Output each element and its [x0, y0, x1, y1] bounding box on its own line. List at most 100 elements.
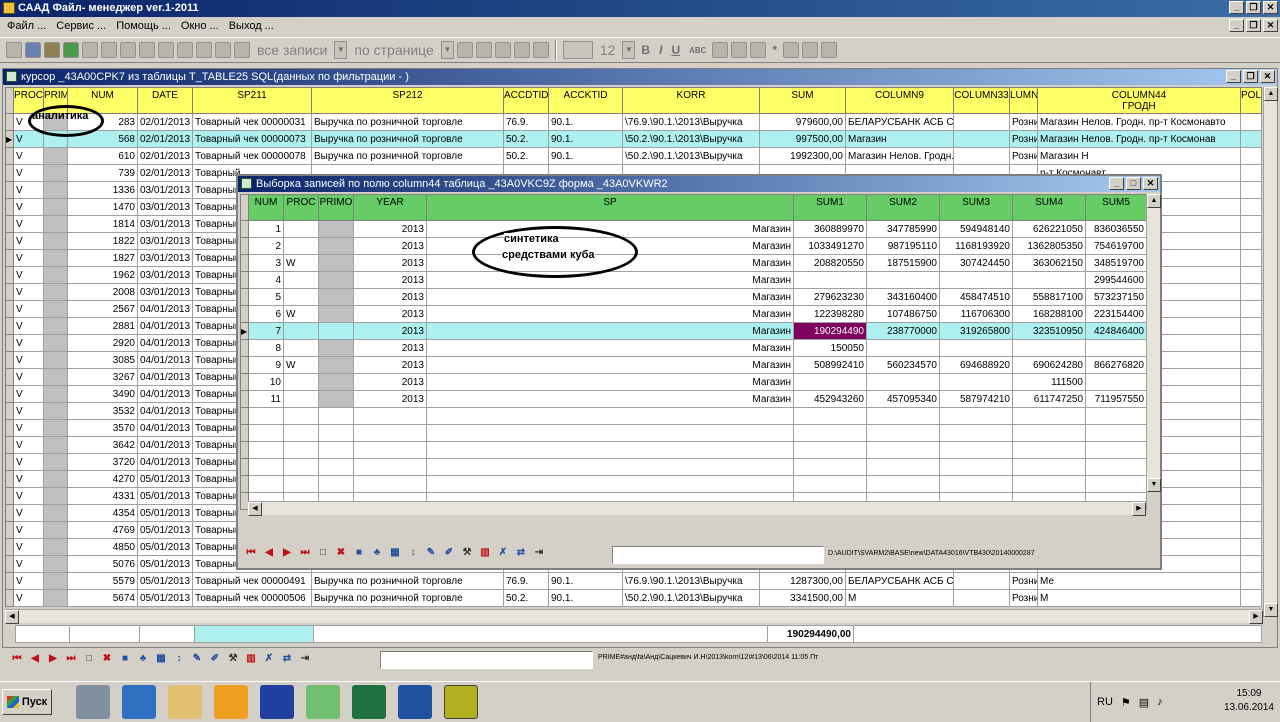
cell-proc[interactable]: V [13, 487, 44, 505]
cell-num[interactable]: 4354 [67, 504, 138, 522]
cell-acckt[interactable]: 90.1. [548, 130, 623, 148]
cell-proc[interactable]: V [13, 334, 44, 352]
cell-s5[interactable]: 711957550 [1085, 390, 1147, 408]
cell-lumn[interactable]: Розни [1009, 130, 1038, 148]
chevron-down-icon[interactable]: ▼ [334, 41, 348, 59]
col-header-sp211[interactable]: SP211 [192, 87, 312, 114]
save-icon[interactable]: ■ [352, 546, 366, 560]
cell-year[interactable]: 2013 [353, 373, 427, 391]
cell-empty[interactable] [318, 254, 354, 272]
copy-icon[interactable] [513, 42, 530, 58]
cell-sp[interactable]: Магазин [426, 356, 794, 374]
cell-s2[interactable] [866, 373, 940, 391]
cell-c44[interactable]: М [1037, 589, 1241, 607]
page-combo[interactable]: по странице [350, 42, 437, 58]
col-header-sum2[interactable]: SUM2 [866, 194, 940, 221]
cell-empty[interactable] [1240, 130, 1262, 148]
cell-date[interactable]: 04/01/2013 [137, 385, 193, 403]
table-row[interactable]: ▶ V 568 02/01/2013 Товарный чек 00000073 Выру… [5, 130, 1262, 148]
menu-window[interactable]: Окно ... [178, 17, 222, 36]
cell-empty[interactable] [1240, 198, 1262, 216]
powershell-icon[interactable] [122, 684, 156, 719]
cell-date[interactable]: 03/01/2013 [137, 181, 193, 199]
cell-proc[interactable]: V [13, 283, 44, 301]
cell-num[interactable]: 3490 [67, 385, 138, 403]
volume-icon[interactable]: ♪ [1157, 696, 1163, 708]
cell-date[interactable]: 04/01/2013 [137, 436, 193, 454]
cell-year[interactable]: 2013 [353, 339, 427, 357]
cell-proc[interactable]: V [13, 249, 44, 267]
cell-num[interactable]: 739 [67, 164, 138, 182]
cell-date[interactable]: 05/01/2013 [137, 487, 193, 505]
cell-year[interactable]: 2013 [353, 271, 427, 289]
cell-num[interactable]: 610 [67, 147, 138, 165]
cell-empty[interactable] [43, 470, 68, 488]
cell-num[interactable]: 3 [248, 254, 284, 272]
cell-date[interactable]: 02/01/2013 [137, 147, 193, 165]
prev-record-icon[interactable]: ◀ [262, 546, 276, 560]
first-record-icon[interactable]: ⏮ [244, 546, 258, 560]
new-record-icon[interactable]: □ [82, 652, 96, 666]
cell-s4[interactable]: 558817100 [1012, 288, 1086, 306]
cell-date[interactable]: 05/01/2013 [137, 504, 193, 522]
cell-lumn[interactable]: Розни [1009, 589, 1038, 607]
col-header-sum1[interactable]: SUM1 [793, 194, 867, 221]
cell-proc[interactable]: V [13, 555, 44, 573]
minimize-button[interactable]: _ [1109, 177, 1124, 190]
edit-grid-icon[interactable]: ✎ [424, 546, 438, 560]
table-row[interactable]: V 610 02/01/2013 Товарный чек 00000078 Выруч… [5, 147, 1262, 165]
filter-icon[interactable] [158, 42, 174, 58]
cell-empty[interactable] [953, 147, 1010, 165]
cell-s4[interactable] [1012, 339, 1086, 357]
cell-acckt[interactable]: 90.1. [548, 589, 623, 607]
cell-date[interactable]: 03/01/2013 [137, 198, 193, 216]
cell-date[interactable]: 04/01/2013 [137, 300, 193, 318]
first-record-icon[interactable]: ⏮ [10, 652, 24, 666]
table-row[interactable]: 4 2013 Магазин 299544600 [240, 271, 1147, 289]
cell-empty[interactable] [1240, 368, 1262, 386]
cell-date[interactable]: 05/01/2013 [137, 470, 193, 488]
cell-proc[interactable]: V [13, 232, 44, 250]
cell-c44[interactable]: Магазин Нелов. Гродн. пр-т Космонавто [1037, 113, 1241, 131]
col-header-korr[interactable]: KORR [622, 87, 760, 114]
add-icon[interactable] [456, 42, 473, 58]
cell-s4[interactable]: 323510950 [1012, 322, 1086, 340]
cell-s3[interactable]: 116706300 [939, 305, 1013, 323]
cell-date[interactable]: 04/01/2013 [137, 317, 193, 335]
maximize-button[interactable]: □ [1126, 177, 1141, 190]
cell-year[interactable]: 2013 [353, 390, 427, 408]
cell-empty[interactable] [43, 453, 68, 471]
cell-s5[interactable]: 836036550 [1085, 220, 1147, 238]
cell-num[interactable]: 10 [248, 373, 284, 391]
cell-date[interactable]: 05/01/2013 [137, 572, 193, 590]
transfer-icon[interactable]: ⇄ [280, 652, 294, 666]
floppy-icon[interactable] [260, 684, 294, 719]
scroll-right-arrow[interactable]: ▶ [1249, 610, 1263, 624]
cell-num[interactable]: 1 [248, 220, 284, 238]
cell-empty[interactable] [1240, 453, 1262, 471]
cell-proc[interactable]: V [13, 215, 44, 233]
cell-empty[interactable] [1240, 181, 1262, 199]
cell-s1[interactable]: 452943260 [793, 390, 867, 408]
align-left-icon[interactable] [712, 42, 729, 58]
col-header-lumn[interactable]: LUMN [1009, 87, 1038, 114]
cell-empty[interactable] [1240, 351, 1262, 369]
cell-empty[interactable] [1240, 385, 1262, 403]
cell-num[interactable]: 2567 [67, 300, 138, 318]
excel-icon[interactable]: ✗ [262, 652, 276, 666]
cell-s3[interactable]: 307424450 [939, 254, 1013, 272]
cell-num[interactable]: 4270 [67, 470, 138, 488]
cell-sp211[interactable]: Товарный чек 00000491 [192, 572, 312, 590]
cell-accdt[interactable]: 50.2. [503, 147, 549, 165]
cell-proc[interactable]: V [13, 266, 44, 284]
cell-empty[interactable] [1240, 470, 1262, 488]
cell-num[interactable]: 6 [248, 305, 284, 323]
cell-proc[interactable]: V [13, 521, 44, 539]
col-header-column44[interactable]: COLUMN44 ГРОДН [1037, 87, 1241, 114]
cell-sp211[interactable]: Товарный чек 00000506 [192, 589, 312, 607]
transfer-icon[interactable]: ⇄ [514, 546, 528, 560]
cell-empty[interactable] [953, 113, 1010, 131]
table-row[interactable]: 9 W 2013 Магазин 508992410 560234570 694688920… [240, 356, 1147, 374]
cell-korr[interactable]: \50.2.\90.1.\2013\Выручка [622, 147, 760, 165]
cell-num[interactable]: 2 [248, 237, 284, 255]
